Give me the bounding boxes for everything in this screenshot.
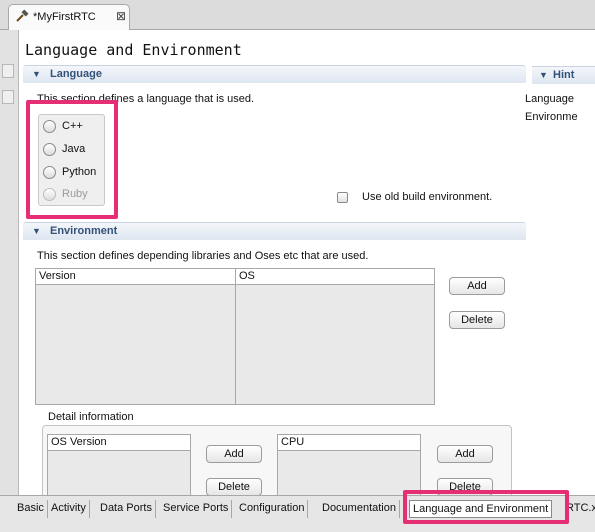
tab-documentation[interactable]: Documentation bbox=[319, 500, 400, 518]
env-add-button[interactable]: Add bbox=[449, 277, 505, 295]
environment-description: This section defines depending libraries… bbox=[37, 250, 369, 262]
table-header-os[interactable]: OS bbox=[236, 269, 434, 285]
column-divider bbox=[235, 269, 236, 404]
editor-tab-bar: *MyFirstRTC ⊠ bbox=[0, 0, 595, 31]
os-delete-button[interactable]: Delete bbox=[206, 478, 262, 495]
tab-activity[interactable]: Activity bbox=[48, 500, 90, 518]
tab-highlight-box bbox=[403, 490, 569, 524]
os-add-button[interactable]: Add bbox=[206, 445, 262, 463]
table-header-cpu[interactable]: CPU bbox=[278, 435, 420, 451]
old-build-label: Use old build environment. bbox=[362, 191, 493, 203]
old-build-checkbox[interactable] bbox=[337, 192, 348, 203]
cpu-table[interactable]: CPU bbox=[277, 434, 421, 495]
environment-section-header[interactable]: ▼ Environment bbox=[23, 222, 526, 240]
gutter-marker bbox=[2, 64, 14, 78]
page-title: Language and Environment bbox=[25, 41, 242, 59]
gutter-marker bbox=[2, 90, 14, 104]
environment-table[interactable]: Version OS bbox=[35, 268, 435, 405]
language-highlight-box bbox=[26, 100, 118, 219]
tab-basic[interactable]: Basic bbox=[14, 500, 48, 518]
tab-service-ports[interactable]: Service Ports bbox=[160, 500, 233, 518]
cpu-add-button[interactable]: Add bbox=[437, 445, 493, 463]
detail-info-label: Detail information bbox=[48, 411, 134, 423]
language-section-header[interactable]: ▼ Language bbox=[23, 65, 526, 83]
language-section-title: Language bbox=[50, 68, 102, 80]
editor-tab[interactable]: *MyFirstRTC ⊠ bbox=[8, 4, 130, 31]
tab-configuration[interactable]: Configuration bbox=[236, 500, 309, 518]
hammer-icon bbox=[15, 9, 29, 26]
table-header-os-version[interactable]: OS Version bbox=[48, 435, 190, 451]
editor-tab-title: *MyFirstRTC bbox=[33, 11, 96, 23]
os-version-table[interactable]: OS Version bbox=[47, 434, 191, 495]
hint-title: Hint bbox=[553, 69, 575, 81]
close-icon[interactable]: ⊠ bbox=[116, 9, 126, 23]
hint-section-header[interactable]: ▼ Hint bbox=[532, 66, 595, 84]
collapse-triangle-icon[interactable]: ▼ bbox=[32, 69, 41, 79]
left-gutter bbox=[0, 30, 18, 495]
collapse-triangle-icon[interactable]: ▼ bbox=[32, 226, 41, 236]
env-delete-button[interactable]: Delete bbox=[449, 311, 505, 329]
table-header-version[interactable]: Version bbox=[36, 269, 236, 285]
hint-line-environment: Environme bbox=[525, 111, 578, 123]
tab-data-ports[interactable]: Data Ports bbox=[97, 500, 156, 518]
hint-line-language: Language bbox=[525, 93, 574, 105]
collapse-triangle-icon[interactable]: ▼ bbox=[539, 70, 548, 80]
environment-section-title: Environment bbox=[50, 225, 118, 237]
